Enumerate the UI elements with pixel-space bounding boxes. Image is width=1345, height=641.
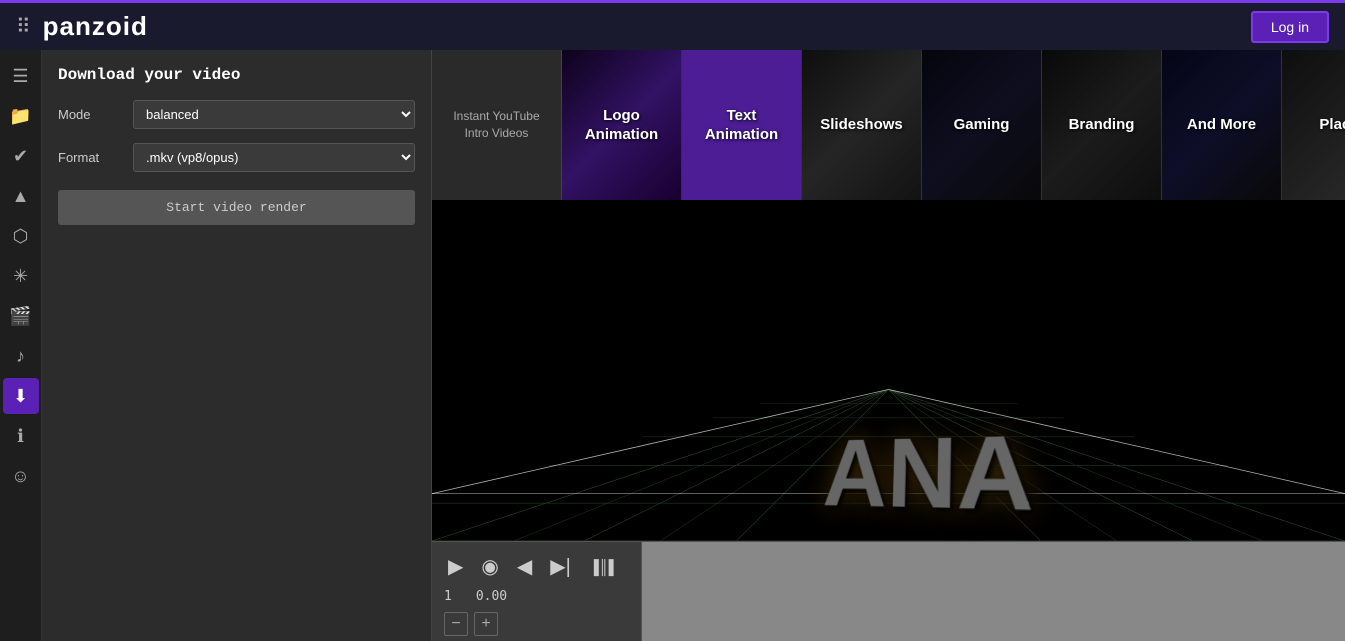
wave-button[interactable]: ▐║▌ [585, 557, 623, 577]
sidebar-icon-cube[interactable]: ⬡ [3, 218, 39, 254]
tab-more-label: And More [1187, 115, 1256, 135]
topbar: ⠿ panzoid Log in [0, 0, 1345, 50]
tab-gaming-label: Gaming [954, 115, 1010, 135]
left-panel: Download your video Mode balanced qualit… [42, 50, 432, 641]
tab-text-animation[interactable]: TextAnimation [682, 50, 802, 200]
main-area: ☰ 📁 ✔ ▲ ⬡ ✳ 🎬 ♪ ⬇ ℹ ☺ Download your vide… [0, 50, 1345, 641]
render-button[interactable]: Start video render [58, 190, 415, 225]
tab-slideshows[interactable]: Slideshows [802, 50, 922, 200]
nav-intro-text: Instant YouTube Intro Videos [442, 108, 551, 142]
tab-place[interactable]: Place! [1282, 50, 1345, 200]
sidebar-icon-star[interactable]: ✳ [3, 258, 39, 294]
prev-button[interactable]: ◀ [513, 552, 536, 581]
next-button[interactable]: ▶| [546, 552, 575, 581]
format-row: Format .mkv (vp8/opus) .mp4 (h264/aac) .… [58, 143, 415, 172]
topbar-left: ⠿ panzoid [16, 11, 148, 42]
mode-row: Mode balanced quality fast [58, 100, 415, 129]
sidebar-icon-menu[interactable]: ☰ [3, 58, 39, 94]
right-area: Instant YouTube Intro Videos LogoAnimati… [432, 50, 1345, 641]
sidebar-icon-info[interactable]: ℹ [3, 418, 39, 454]
sidebar-icon-download[interactable]: ⬇ [3, 378, 39, 414]
sidebar-icon-music[interactable]: ♪ [3, 338, 39, 374]
tab-gaming[interactable]: Gaming [922, 50, 1042, 200]
eye-button[interactable]: ◉ [477, 552, 502, 581]
controls-row: ▶ ◉ ◀ ▶| ▐║▌ [444, 552, 629, 581]
logo: panzoid [43, 11, 148, 42]
grid-icon[interactable]: ⠿ [16, 14, 31, 39]
tab-logo-animation[interactable]: LogoAnimation [562, 50, 682, 200]
login-button[interactable]: Log in [1251, 11, 1329, 43]
tab-slides-label: Slideshows [820, 115, 903, 135]
tab-branding-label: Branding [1069, 115, 1135, 135]
format-select[interactable]: .mkv (vp8/opus) .mp4 (h264/aac) .webm [133, 143, 415, 172]
play-button[interactable]: ▶ [444, 552, 467, 581]
time-display: 0.00 [476, 589, 507, 604]
nav-tabs: Instant YouTube Intro Videos LogoAnimati… [432, 50, 1345, 200]
sidebar: ☰ 📁 ✔ ▲ ⬡ ✳ 🎬 ♪ ⬇ ℹ ☺ [0, 50, 42, 641]
preview-3d-text: ANA [821, 413, 1034, 536]
preview-area: ANA [432, 200, 1345, 541]
sidebar-icon-folder[interactable]: 📁 [3, 98, 39, 134]
zoom-in-button[interactable]: + [474, 612, 498, 636]
sidebar-icon-face[interactable]: ☺ [3, 458, 39, 494]
mode-select[interactable]: balanced quality fast [133, 100, 415, 129]
tab-text-label: TextAnimation [705, 106, 778, 145]
sidebar-icon-check[interactable]: ✔ [3, 138, 39, 174]
bottom-bar: ▶ ◉ ◀ ▶| ▐║▌ 1 0.00 − + [432, 541, 1345, 641]
tab-logo-label: LogoAnimation [585, 106, 658, 145]
tab-and-more[interactable]: And More [1162, 50, 1282, 200]
nav-intro: Instant YouTube Intro Videos [432, 50, 562, 200]
format-label: Format [58, 150, 123, 165]
frame-number: 1 [444, 589, 452, 604]
gray-area [642, 542, 1345, 641]
tab-branding[interactable]: Branding [1042, 50, 1162, 200]
zoom-out-button[interactable]: − [444, 612, 468, 636]
controls-panel: ▶ ◉ ◀ ▶| ▐║▌ 1 0.00 − + [432, 542, 642, 641]
tab-place-label: Place! [1319, 115, 1345, 135]
sidebar-icon-landscape[interactable]: ▲ [3, 178, 39, 214]
panel-title: Download your video [58, 66, 415, 84]
sidebar-icon-video[interactable]: 🎬 [3, 298, 39, 334]
zoom-row: − + [444, 612, 629, 636]
mode-label: Mode [58, 107, 123, 122]
timeline-display: 1 0.00 [444, 589, 629, 604]
